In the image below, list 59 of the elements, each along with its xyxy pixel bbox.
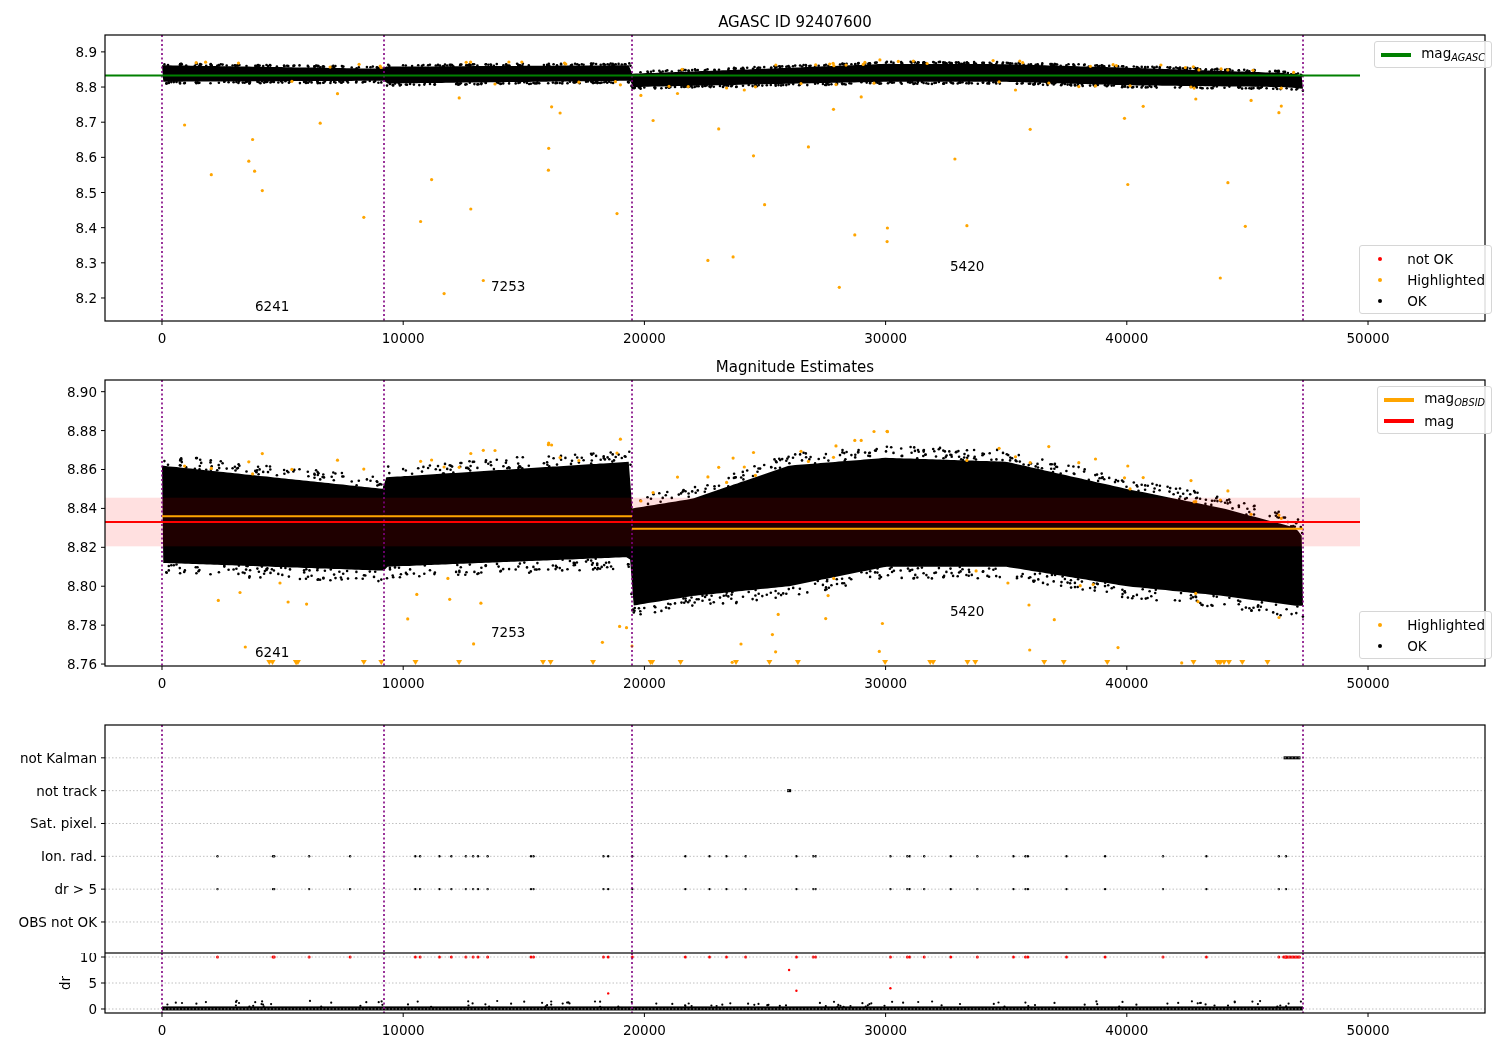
tick-label: 8.3 xyxy=(75,254,97,271)
obsid-label: 7253 xyxy=(491,623,526,640)
chart-title: AGASC ID 92407600 xyxy=(718,13,872,31)
obsid-label: 5420 xyxy=(950,257,985,274)
tick-label: 0 xyxy=(157,675,167,690)
obsid-label: 6241 xyxy=(255,297,290,314)
tick-label: not track xyxy=(36,782,97,799)
tick-label: 8.8 xyxy=(75,79,97,96)
tick-label: OBS not OK xyxy=(18,914,97,930)
tick-label: Sat. pixel. xyxy=(30,815,97,832)
legend-label: mag$_{OBSID}$ xyxy=(1424,390,1485,409)
tick-label: 50000 xyxy=(1346,330,1390,345)
tick-label: 50000 xyxy=(1346,675,1390,690)
axis-label: dr xyxy=(57,975,73,991)
tick-label: 30000 xyxy=(864,675,908,690)
tick-label: 30000 xyxy=(864,330,908,345)
tick-label: 10000 xyxy=(381,330,425,345)
tick-label: 8.9 xyxy=(75,43,97,60)
tick-label: dr > 5 xyxy=(54,881,97,898)
obsid-label: 6241 xyxy=(255,644,290,661)
tick-label: 8.4 xyxy=(75,219,97,236)
tick-label: not Kalman xyxy=(19,749,97,766)
legend-label: mag xyxy=(1424,412,1455,429)
tick-label: 8.76 xyxy=(66,656,97,673)
tick-label: 40000 xyxy=(1105,675,1149,690)
tick-label: 8.2 xyxy=(75,289,97,306)
tick-label: 0 xyxy=(157,1022,167,1038)
tick-label: 10000 xyxy=(381,1022,425,1038)
tick-label: 8.5 xyxy=(75,184,97,201)
tick-label: 30000 xyxy=(864,1022,908,1038)
tick-label: 0 xyxy=(88,1001,97,1017)
legend-label: OK xyxy=(1407,637,1427,654)
tick-label: 8.78 xyxy=(66,617,97,634)
tick-label: 40000 xyxy=(1105,1022,1149,1038)
tick-label: 40000 xyxy=(1105,330,1149,345)
legend-label: not OK xyxy=(1407,250,1454,267)
tick-label: 0 xyxy=(157,330,167,345)
tick-label: 8.7 xyxy=(75,114,97,131)
chart-title: Magnitude Estimates xyxy=(715,358,875,376)
obsid-label: 7253 xyxy=(491,277,526,294)
legend-label: OK xyxy=(1407,292,1427,309)
tick-label: 20000 xyxy=(622,675,666,690)
tick-label: 5 xyxy=(88,975,97,991)
tick-label: 20000 xyxy=(622,1022,666,1038)
legend-label: Highlighted xyxy=(1407,616,1485,633)
tick-label: 8.84 xyxy=(66,500,97,517)
tick-label: 8.90 xyxy=(66,383,97,400)
tick-label: 8.80 xyxy=(66,578,97,595)
tick-label: Ion. rad. xyxy=(40,848,97,865)
tick-label: 8.88 xyxy=(66,422,97,439)
tick-label: 10000 xyxy=(381,675,425,690)
tick-label: 8.6 xyxy=(75,149,97,166)
tick-label: 8.86 xyxy=(66,461,97,478)
legend-label: mag$_{AGASC}$ xyxy=(1421,45,1485,64)
obsid-label: 5420 xyxy=(950,603,985,620)
legend-label: Highlighted xyxy=(1407,271,1485,288)
tick-label: 20000 xyxy=(622,330,666,345)
tick-label: 50000 xyxy=(1346,1022,1390,1038)
tick-label: 8.82 xyxy=(66,539,97,556)
